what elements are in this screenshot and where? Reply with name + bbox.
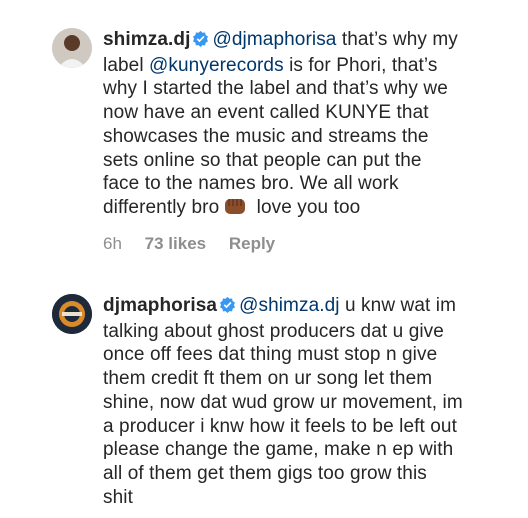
reply-button[interactable]: Reply [229, 234, 275, 253]
comment-line: showcases the music and streams the [103, 125, 429, 147]
verified-badge-icon [192, 30, 209, 54]
avatar[interactable] [52, 294, 92, 334]
comment-line: shit [103, 486, 133, 508]
comment-text-part: u knw wat im [339, 295, 457, 316]
avatar[interactable] [52, 28, 92, 68]
comment-text: djmaphorisa @shimza.dj u knw wat im talki… [103, 294, 513, 509]
comment-text-part: label [103, 54, 150, 76]
comment-line: talking about ghost producers dat u give [103, 320, 444, 342]
mention-link[interactable]: @kunyerecords [149, 55, 284, 76]
username[interactable]: djmaphorisa [103, 295, 217, 316]
comment-line: sets online so that people can put the [103, 149, 422, 171]
comment-line: all of them get them gigs too grow this [103, 462, 427, 484]
comment-line: now have an event called KUNYE that [103, 102, 429, 124]
comment-line: face to the names bro. We all work [103, 173, 399, 195]
likes-count[interactable]: 73 likes [145, 234, 206, 253]
comment-meta: 6h 73 likes Reply [103, 234, 293, 254]
comment-line: a producer i knw how it feels to be left… [103, 415, 457, 437]
comment-text-part: is for Phori, that’s [283, 54, 438, 76]
comment-line: why I started the label and that’s why w… [103, 78, 448, 100]
username[interactable]: shimza.dj [103, 29, 190, 50]
comment-text-part: that’s why my [336, 29, 458, 50]
comment-line: once off fees dat thing must stop n give [103, 344, 438, 366]
fist-bump-icon [223, 196, 247, 216]
comment-line: please change the game, make n ep with [103, 439, 454, 461]
comment-line: them credit ft them on ur song let them [103, 368, 433, 390]
mention-link[interactable]: @shimza.dj [239, 295, 340, 316]
comment-text-part: love you too [251, 196, 361, 218]
verified-badge-icon [219, 296, 236, 320]
comment-text: shimza.dj @djmaphorisa that’s why my labe… [103, 28, 513, 220]
comment-text-part: differently bro [103, 196, 220, 218]
timestamp: 6h [103, 234, 122, 253]
mention-link[interactable]: @djmaphorisa [212, 29, 336, 50]
comment-line: shine, now dat wud grow ur movement, im [103, 391, 463, 413]
